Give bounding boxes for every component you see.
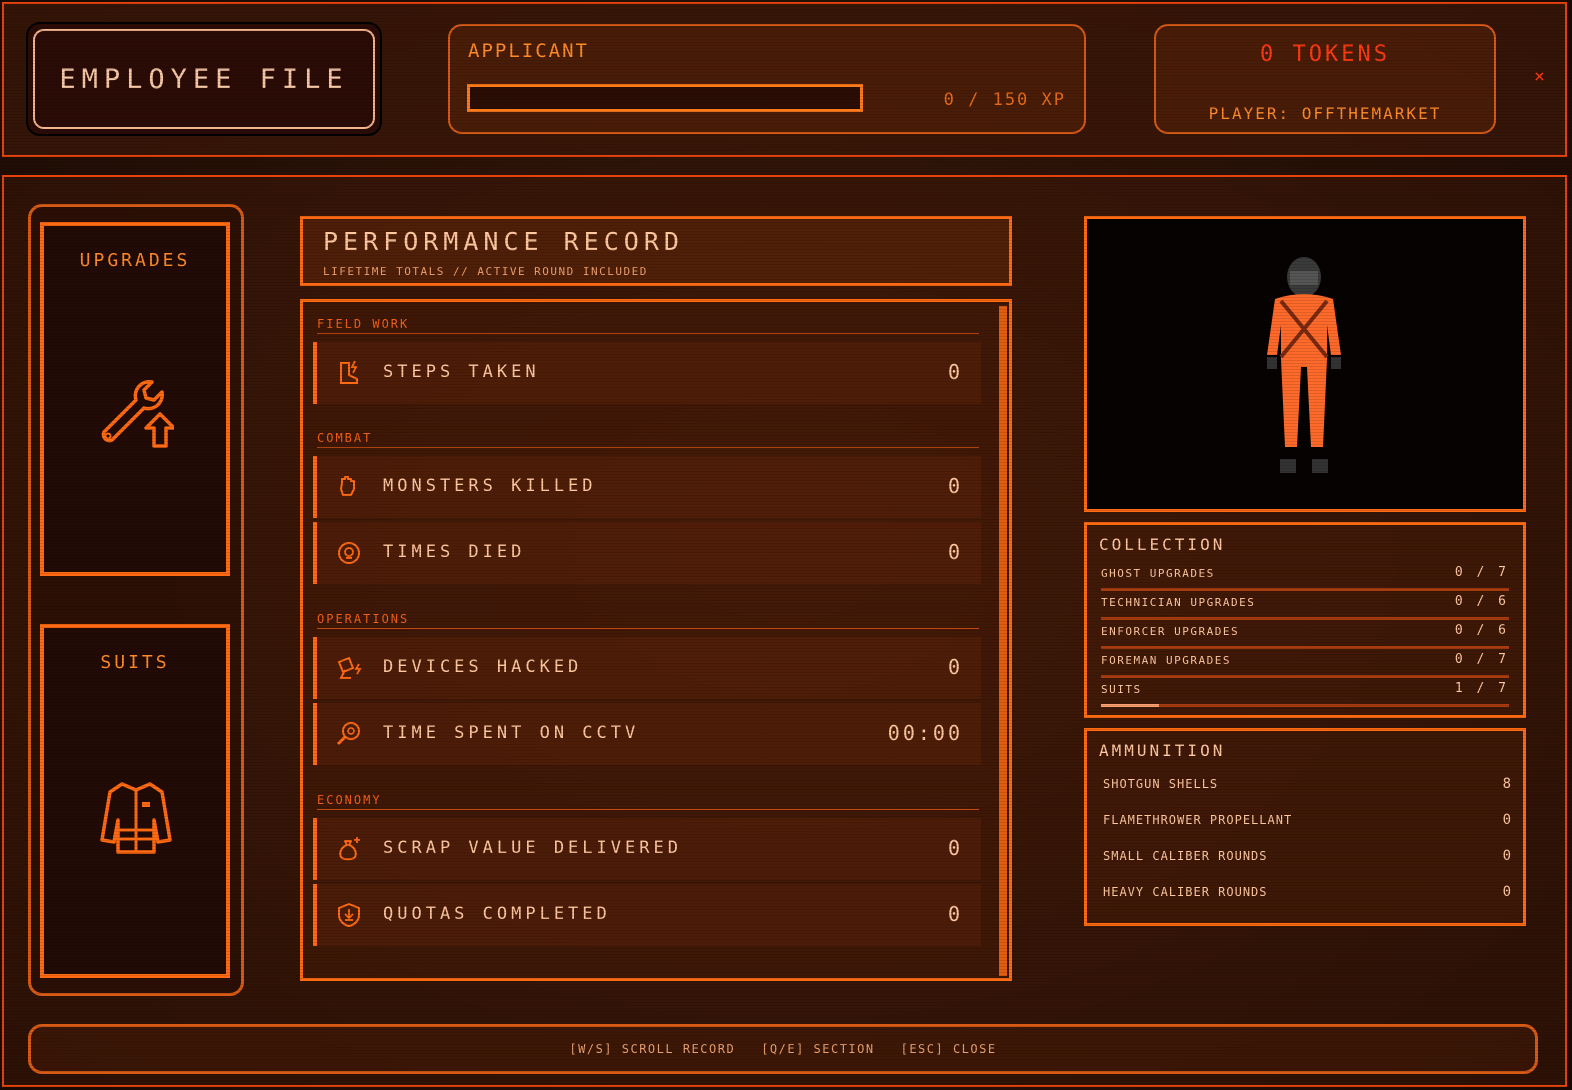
ammo-row: FLAMETHROWER PROPELLANT 0 xyxy=(1103,812,1511,833)
collection-name: ENFORCER UPGRADES xyxy=(1101,625,1240,638)
stat-row-scrap: SCRAP VALUE DELIVERED 0 xyxy=(313,818,981,880)
collection-bar xyxy=(1101,617,1509,620)
section-operations: OPERATIONS xyxy=(317,612,979,629)
stat-name: TIMES DIED xyxy=(383,542,526,562)
collection-panel: COLLECTION GHOST UPGRADES 0 / 7 TECHNICI… xyxy=(1084,522,1526,718)
employee-file-title: EMPLOYEE FILE xyxy=(33,29,375,129)
collection-value: 0 / 7 xyxy=(1454,652,1509,667)
stat-value: 0 xyxy=(947,540,963,564)
stat-row-cctv: TIME SPENT ON CCTV 00:00 xyxy=(313,703,981,765)
section-field-work: FIELD WORK xyxy=(317,317,979,334)
ammo-value: 0 xyxy=(1502,812,1511,828)
collection-bar xyxy=(1101,704,1509,707)
xp-progress-bar xyxy=(467,84,863,112)
ammo-value: 0 xyxy=(1502,848,1511,864)
suits-label: SUITS xyxy=(100,652,170,673)
bag-icon xyxy=(339,837,360,861)
rank-panel: APPLICANT 0 / 150 XP xyxy=(448,24,1086,134)
rank-title: APPLICANT xyxy=(468,40,589,62)
collection-row: SUITS 1 / 7 xyxy=(1101,681,1509,709)
ammo-name: HEAVY CALIBER ROUNDS xyxy=(1103,885,1268,899)
suits-button[interactable]: SUITS xyxy=(40,624,230,978)
shield-icon xyxy=(338,903,360,927)
stat-name: SCRAP VALUE DELIVERED xyxy=(383,838,682,858)
stat-name: MONSTERS KILLED xyxy=(383,476,597,496)
close-icon[interactable]: × xyxy=(1534,66,1545,87)
collection-name: TECHNICIAN UPGRADES xyxy=(1101,596,1256,609)
collection-name: GHOST UPGRADES xyxy=(1101,567,1215,580)
collection-title: COLLECTION xyxy=(1099,535,1226,554)
stat-row-steps: STEPS TAKEN 0 xyxy=(313,342,981,404)
ammo-row: HEAVY CALIBER ROUNDS 0 xyxy=(1103,884,1511,905)
collection-bar xyxy=(1101,675,1509,678)
xp-text: 0 / 150 XP xyxy=(943,90,1066,110)
stat-value: 0 xyxy=(947,655,963,679)
ammo-row: SMALL CALIBER ROUNDS 0 xyxy=(1103,848,1511,869)
stat-value: 0 xyxy=(947,836,963,860)
stat-name: TIME SPENT ON CCTV xyxy=(383,723,640,743)
collection-bar xyxy=(1101,646,1509,649)
collection-value: 1 / 7 xyxy=(1454,681,1509,696)
token-panel: 0 TOKENS PLAYER: OFFTHEMARKET xyxy=(1154,24,1496,134)
collection-name: FOREMAN UPGRADES xyxy=(1101,654,1231,667)
stat-value: 0 xyxy=(947,902,963,926)
hint-section: [Q/E] SECTION xyxy=(761,1042,875,1056)
collection-fill xyxy=(1101,704,1160,707)
collection-value: 0 / 6 xyxy=(1454,623,1509,638)
collection-row: TECHNICIAN UPGRADES 0 / 6 xyxy=(1101,594,1509,622)
stat-value: 0 xyxy=(947,360,963,384)
employee-suit-figure xyxy=(1267,257,1341,473)
jacket-icon xyxy=(100,782,172,854)
section-economy: ECONOMY xyxy=(317,793,979,810)
section-combat: COMBAT xyxy=(317,431,979,448)
collection-bar xyxy=(1101,588,1509,591)
satellite-icon xyxy=(337,656,362,679)
player-name: PLAYER: OFFTHEMARKET xyxy=(1208,104,1442,123)
stat-value: 0 xyxy=(947,474,963,498)
ammo-value: 0 xyxy=(1502,884,1511,900)
stat-name: STEPS TAKEN xyxy=(383,362,540,382)
collection-value: 0 / 6 xyxy=(1454,594,1509,609)
collection-name: SUITS xyxy=(1101,683,1142,696)
hint-close: [ESC] CLOSE xyxy=(900,1042,997,1056)
performance-list[interactable]: FIELD WORK STEPS TAKEN 0 COMBAT MONSTERS… xyxy=(300,299,1012,981)
token-count: 0 TOKENS xyxy=(1260,42,1390,67)
performance-header: PERFORMANCE RECORD LIFETIME TOTALS // AC… xyxy=(300,216,1012,286)
employee-file-badge: EMPLOYEE FILE xyxy=(26,22,382,136)
ammo-row: SHOTGUN SHELLS 8 xyxy=(1103,776,1511,797)
performance-subtitle: LIFETIME TOTALS // ACTIVE ROUND INCLUDED xyxy=(323,265,648,278)
stat-row-died: TIMES DIED 0 xyxy=(313,522,981,584)
skull-icon xyxy=(338,542,360,564)
performance-title: PERFORMANCE RECORD xyxy=(323,227,684,256)
character-preview xyxy=(1084,216,1526,512)
scrollbar[interactable] xyxy=(999,306,1007,976)
ammunition-panel: AMMUNITION SHOTGUN SHELLS 8 FLAMETHROWER… xyxy=(1084,728,1526,926)
boot-icon xyxy=(340,360,358,384)
upgrades-label: UPGRADES xyxy=(79,250,191,271)
hint-scroll: [W/S] SCROLL RECORD xyxy=(569,1042,736,1056)
fist-icon xyxy=(340,476,355,496)
key-hints-footer: [W/S] SCROLL RECORD [Q/E] SECTION [ESC] … xyxy=(28,1024,1538,1074)
collection-value: 0 / 7 xyxy=(1454,565,1509,580)
upgrades-button[interactable]: UPGRADES xyxy=(40,222,230,576)
ammo-name: FLAMETHROWER PROPELLANT xyxy=(1103,813,1293,827)
stat-value: 00:00 xyxy=(887,721,963,745)
collection-row: GHOST UPGRADES 0 / 7 xyxy=(1101,565,1509,593)
stat-row-quotas: QUOTAS COMPLETED 0 xyxy=(313,884,981,946)
magnifier-icon xyxy=(336,722,360,746)
collection-row: FOREMAN UPGRADES 0 / 7 xyxy=(1101,652,1509,680)
wrench-upgrade-icon xyxy=(101,380,174,448)
ammunition-title: AMMUNITION xyxy=(1099,741,1226,760)
stat-name: DEVICES HACKED xyxy=(383,657,583,677)
ammo-value: 8 xyxy=(1502,776,1511,792)
stat-name: QUOTAS COMPLETED xyxy=(383,904,611,924)
stat-row-monsters: MONSTERS KILLED 0 xyxy=(313,456,981,518)
ammo-name: SMALL CALIBER ROUNDS xyxy=(1103,849,1268,863)
collection-row: ENFORCER UPGRADES 0 / 6 xyxy=(1101,623,1509,651)
ammo-name: SHOTGUN SHELLS xyxy=(1103,777,1219,791)
stat-row-hacked: DEVICES HACKED 0 xyxy=(313,637,981,699)
